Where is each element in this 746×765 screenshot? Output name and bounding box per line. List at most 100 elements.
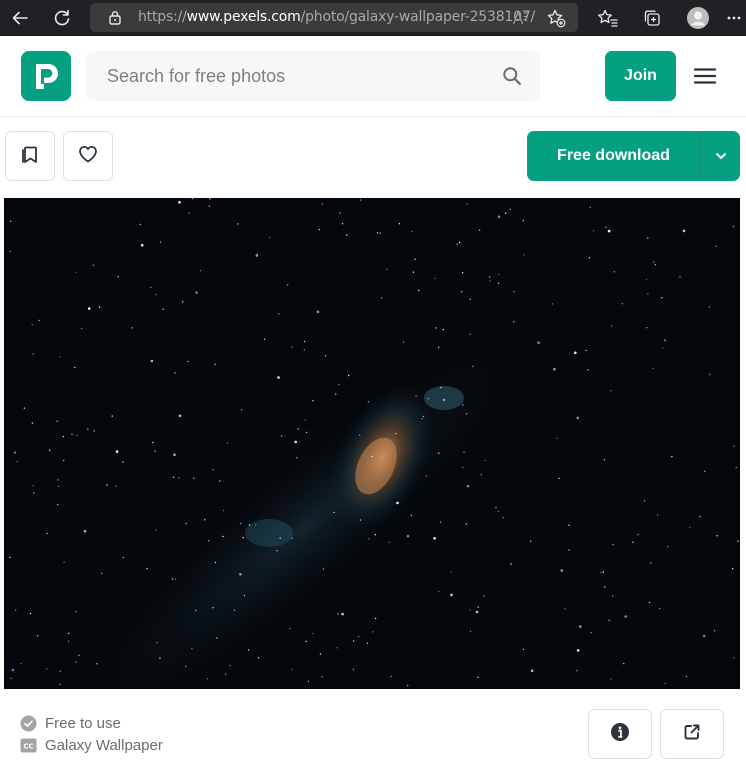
star (608, 619, 610, 621)
read-aloud-icon[interactable] (511, 8, 531, 28)
star (191, 647, 193, 650)
photo-title-row: CC Galaxy Wallpaper (20, 736, 163, 754)
star (335, 393, 337, 395)
star (374, 534, 377, 536)
star (732, 225, 735, 228)
star (522, 219, 524, 222)
star (702, 634, 706, 638)
back-arrow-icon[interactable] (0, 0, 40, 36)
star (604, 586, 606, 588)
star (278, 313, 280, 315)
star (576, 670, 578, 672)
star (484, 459, 486, 462)
star (155, 293, 157, 296)
star (38, 319, 40, 322)
star (371, 455, 373, 458)
collect-button[interactable] (5, 131, 55, 181)
star (199, 270, 202, 272)
url-text[interactable]: https://www.pexels.com/photo/galaxy-wall… (138, 3, 535, 32)
star (410, 514, 412, 517)
like-button[interactable] (63, 131, 113, 181)
star (48, 449, 51, 451)
star (156, 641, 158, 644)
star (469, 333, 471, 335)
star (716, 535, 718, 537)
pexels-logo[interactable] (21, 51, 71, 101)
favorites-icon[interactable] (588, 0, 628, 36)
add-favorite-icon[interactable] (546, 8, 566, 28)
share-button[interactable] (660, 709, 724, 759)
star (359, 434, 361, 436)
star (357, 635, 360, 638)
star (117, 276, 119, 278)
star (208, 540, 210, 542)
lock-icon[interactable] (108, 10, 122, 30)
search-icon[interactable] (502, 66, 522, 91)
free-download-button[interactable]: Free download (527, 131, 740, 181)
site-header: Join (0, 36, 746, 117)
star (324, 355, 327, 357)
star (469, 298, 471, 300)
star (657, 514, 659, 516)
star (442, 398, 446, 402)
star (193, 477, 195, 479)
star (421, 417, 423, 420)
star (57, 479, 59, 481)
star (461, 272, 464, 274)
galaxy-photo[interactable] (4, 198, 740, 689)
star (321, 203, 324, 205)
svg-text:CC: CC (23, 742, 33, 750)
star (280, 435, 283, 437)
refresh-icon[interactable] (42, 0, 82, 36)
star (289, 628, 291, 630)
star (222, 509, 225, 512)
star (624, 615, 627, 618)
star (204, 519, 206, 521)
star (664, 682, 666, 685)
profile-icon[interactable] (678, 0, 718, 36)
star (465, 413, 468, 415)
star (587, 369, 589, 371)
hamburger-menu-icon[interactable] (693, 66, 717, 86)
star (338, 383, 340, 386)
star (568, 524, 570, 526)
chevron-down-icon[interactable] (701, 131, 740, 181)
star (188, 212, 190, 214)
star (588, 257, 590, 259)
star (585, 349, 587, 352)
url-host: www.pexels.com (186, 9, 301, 25)
star (209, 198, 211, 200)
star (294, 440, 298, 444)
star (685, 675, 688, 678)
star (463, 451, 465, 454)
star (263, 338, 266, 340)
search-input[interactable] (107, 51, 487, 101)
star (318, 228, 320, 231)
star (612, 544, 614, 546)
license-label[interactable]: Free to use (45, 715, 121, 732)
star (224, 673, 227, 675)
star (74, 366, 76, 369)
star (159, 241, 162, 243)
star (667, 546, 669, 548)
star (181, 301, 184, 303)
star (71, 433, 73, 435)
star (214, 561, 217, 564)
collections-icon[interactable] (632, 0, 672, 36)
star (29, 612, 32, 615)
star (46, 532, 48, 535)
star (242, 536, 244, 539)
join-button[interactable]: Join (605, 51, 676, 101)
star (576, 649, 580, 652)
star (68, 632, 70, 634)
license-row[interactable]: Free to use (20, 714, 121, 732)
heart-icon (77, 143, 99, 170)
more-icon[interactable] (722, 0, 746, 36)
free-download-label[interactable]: Free download (527, 131, 700, 181)
more-info-button[interactable] (588, 709, 652, 759)
star (679, 276, 681, 278)
bookmark-icon (19, 143, 41, 170)
address-bar[interactable]: https://www.pexels.com/photo/galaxy-wall… (90, 3, 578, 32)
star (664, 339, 666, 341)
star (304, 419, 306, 421)
